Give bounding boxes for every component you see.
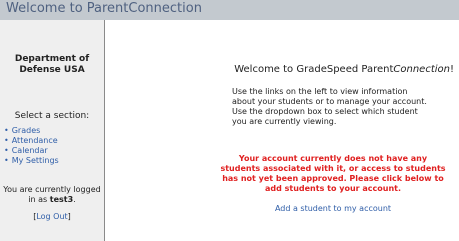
no-students-warning: Your account currently does not have any… bbox=[220, 154, 446, 193]
nav-item-label[interactable]: My Settings bbox=[12, 156, 59, 165]
bullet-icon: • bbox=[4, 146, 9, 155]
nav-item-label[interactable]: Grades bbox=[12, 126, 41, 135]
nav-item-label[interactable]: Attendance bbox=[12, 136, 58, 145]
header-title: Welcome to ParentConnection bbox=[6, 1, 202, 16]
page-header: Welcome to ParentConnection bbox=[0, 0, 459, 20]
welcome-italic: Connection bbox=[393, 64, 450, 75]
sidebar: Department of Defense USA Select a secti… bbox=[0, 20, 105, 241]
intro-text: Use the links on the left to view inform… bbox=[232, 87, 427, 126]
section-nav: • Grades • Attendance • Calendar • My Settin… bbox=[4, 126, 59, 166]
welcome-prefix: Welcome to GradeSpeed Parent bbox=[234, 64, 394, 75]
logout-link[interactable]: Log Out bbox=[36, 212, 67, 221]
department-name: Department of Defense USA bbox=[14, 54, 90, 75]
nav-item-calendar[interactable]: • Calendar bbox=[4, 146, 59, 156]
logged-in-status: You are currently logged in as test3. bbox=[3, 185, 101, 204]
logout-wrapper: [Log Out] bbox=[0, 212, 104, 221]
nav-item-attendance[interactable]: • Attendance bbox=[4, 136, 59, 146]
bullet-icon: • bbox=[4, 136, 9, 145]
logout-bracket-close: ] bbox=[67, 212, 71, 221]
add-student-link[interactable]: Add a student to my account bbox=[218, 204, 448, 213]
welcome-suffix: ! bbox=[449, 64, 454, 75]
nav-item-grades[interactable]: • Grades bbox=[4, 126, 59, 136]
bullet-icon: • bbox=[4, 126, 9, 135]
username: test3 bbox=[49, 195, 74, 204]
nav-item-my-settings[interactable]: • My Settings bbox=[4, 156, 59, 166]
nav-item-label[interactable]: Calendar bbox=[12, 146, 48, 155]
welcome-heading: Welcome to GradeSpeed ParentConnection! bbox=[105, 64, 459, 75]
select-section-label: Select a section: bbox=[14, 111, 90, 121]
bullet-icon: • bbox=[4, 156, 9, 165]
